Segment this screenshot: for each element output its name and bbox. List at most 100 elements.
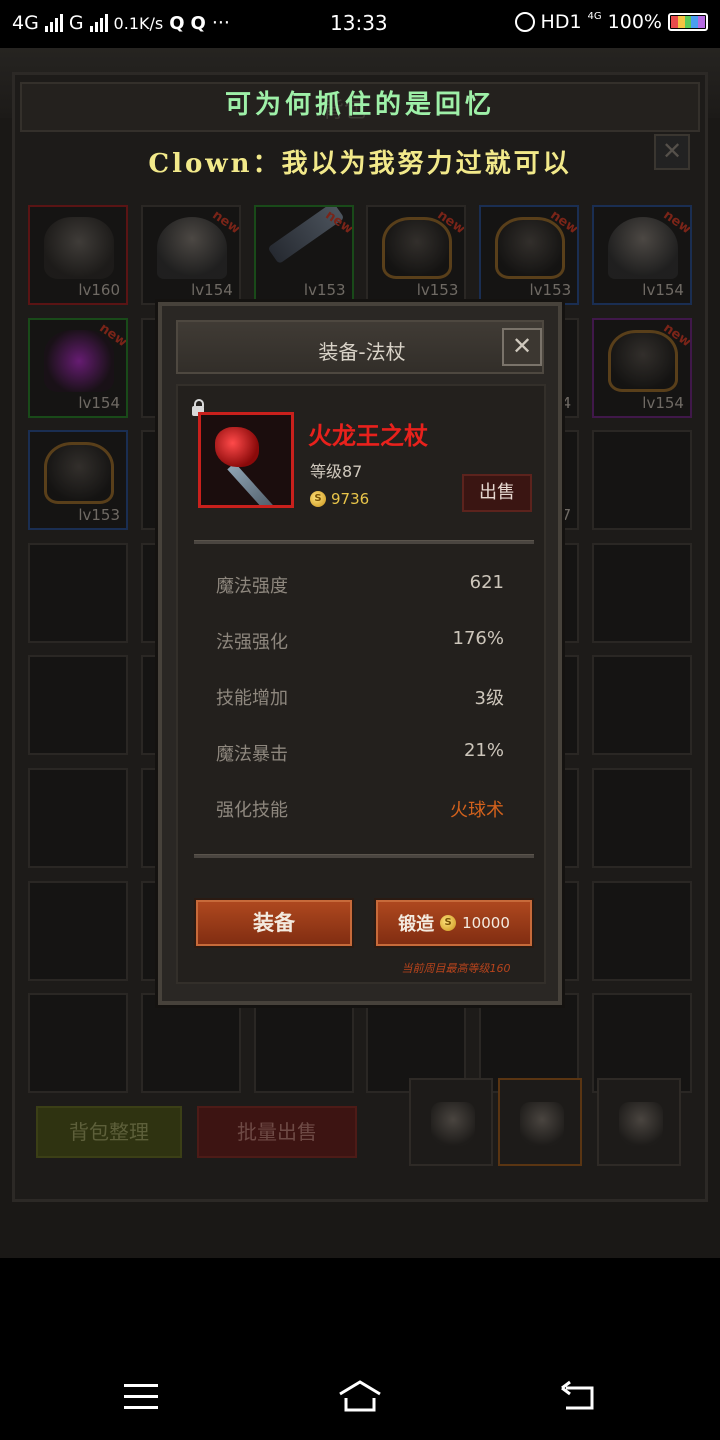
stat-value: 3级 <box>474 688 504 709</box>
inventory-slot[interactable]: new lv154 <box>28 317 128 418</box>
item-level-label: lv153 <box>529 281 572 299</box>
inventory-slot[interactable] <box>591 655 692 756</box>
divider-top <box>194 540 534 544</box>
forge-button[interactable]: 锻造 S 10000 <box>374 898 534 948</box>
inventory-slot[interactable] <box>591 542 692 643</box>
battery-icon <box>668 13 708 31</box>
fire-gem <box>215 427 259 467</box>
small-4g-label: 4G <box>587 10 602 22</box>
inventory-slot[interactable]: lv153 <box>28 430 128 531</box>
status-bar: 4G G 0.1K/s Q Q ··· 13:33 HD1 4G 100% <box>0 0 720 48</box>
dialog-title: 装备-法杖 <box>318 340 406 364</box>
divider-bottom <box>194 854 534 858</box>
navigation-bar <box>0 1340 720 1440</box>
inventory-slot[interactable] <box>28 542 128 643</box>
inventory-slot[interactable] <box>253 993 354 1094</box>
menu-icon[interactable] <box>124 1384 158 1410</box>
signal-icon <box>44 14 63 32</box>
item-level-label: lv153 <box>303 281 346 299</box>
chat-line-1: 可为何抓住的是回忆 <box>224 90 495 120</box>
sell-button[interactable]: 出售 <box>462 474 532 512</box>
inventory-slot[interactable] <box>591 767 692 868</box>
home-icon[interactable] <box>336 1378 384 1414</box>
alarm-icon <box>514 12 535 32</box>
item-level-label: lv154 <box>191 281 233 299</box>
inventory-slot[interactable] <box>140 993 241 1094</box>
item-level-label: lv154 <box>78 393 120 412</box>
stat-label: 法强强化 <box>216 632 288 653</box>
hd-label: HD1 <box>540 11 582 33</box>
coin-icon: S <box>440 915 457 931</box>
item-level-label: 7 <box>561 506 572 525</box>
dialog-close-button[interactable]: ✕ <box>502 328 542 366</box>
item-thumbnail <box>156 217 227 279</box>
item-thumbnail <box>607 329 678 392</box>
item-level: 等级87 <box>310 462 363 481</box>
stat-label: 魔法强度 <box>216 576 288 597</box>
dialog-header: 装备-法杖 <box>176 320 544 374</box>
qq-icon-2: Q <box>190 12 206 34</box>
battery-percent: 100% <box>607 11 662 33</box>
bag-icon <box>520 1102 564 1146</box>
status-left: 4G G 0.1K/s Q Q ··· <box>12 12 230 34</box>
inventory-slot[interactable]: new lv153 <box>479 205 580 305</box>
bag-icon <box>431 1102 475 1146</box>
inventory-slot[interactable] <box>28 993 128 1094</box>
item-level-label: lv153 <box>416 281 459 299</box>
inventory-slot[interactable] <box>28 655 128 756</box>
forge-note: 当前周目最高等级160 <box>401 962 511 975</box>
equip-button[interactable]: 装备 <box>194 898 354 948</box>
bag-tab-3[interactable] <box>597 1078 681 1166</box>
sort-bag-button[interactable]: 背包整理 <box>36 1106 182 1158</box>
stat-label: 魔法暴击 <box>216 744 288 765</box>
stat-label: 技能增加 <box>216 688 288 709</box>
inventory-slot[interactable] <box>28 767 128 868</box>
coin-icon: S <box>310 491 326 507</box>
item-thumbnail <box>495 217 566 279</box>
item-thumbnail <box>607 217 678 279</box>
item-image <box>198 412 294 508</box>
item-thumbnail <box>44 217 114 279</box>
staff-shaft <box>227 462 286 505</box>
bag-icon <box>619 1102 663 1146</box>
inventory-slot[interactable]: new lv154 <box>140 205 241 305</box>
stat-value: 176% <box>452 628 504 649</box>
batch-sell-button[interactable]: 批量出售 <box>197 1106 357 1158</box>
bag-tab-1[interactable] <box>409 1078 493 1166</box>
network-label-1: 4G <box>12 12 39 34</box>
inventory-slot[interactable]: lv160 <box>28 205 128 305</box>
item-level-label: lv153 <box>78 506 120 525</box>
more-dots: ··· <box>211 12 230 34</box>
status-right: HD1 4G 100% <box>514 10 708 33</box>
signal-icon-2 <box>89 14 108 32</box>
net-speed: 0.1K/s <box>113 13 164 33</box>
inventory-slot[interactable]: new lv154 <box>591 205 692 305</box>
forge-label: 锻造 <box>398 914 435 935</box>
item-name: 火龙王之杖 <box>308 422 428 450</box>
stat-value: 621 <box>469 572 504 593</box>
item-level-label: lv154 <box>642 393 684 412</box>
network-label-2: G <box>68 12 84 34</box>
item-price: S 9736 <box>310 490 369 508</box>
item-level-label: lv154 <box>642 281 684 299</box>
stat-value: 21% <box>463 740 504 761</box>
inventory-slot[interactable]: new lv153 <box>253 205 354 305</box>
inventory-slot[interactable]: new lv154 <box>591 317 692 418</box>
clock: 13:33 <box>330 11 388 35</box>
new-badge: new <box>321 207 354 238</box>
chat-line-2: Clown：我以为我努力过就可以 <box>148 149 572 179</box>
bag-tab-2[interactable] <box>498 1078 582 1166</box>
forge-cost: 10000 <box>462 914 510 932</box>
inventory-slot[interactable] <box>591 880 692 981</box>
stat-label: 强化技能 <box>216 800 288 821</box>
item-price-value: 9736 <box>331 490 370 508</box>
inventory-slot[interactable] <box>28 880 128 981</box>
qq-icon: Q <box>169 12 185 34</box>
item-thumbnail <box>44 329 114 392</box>
item-detail-dialog: 装备-法杖 ✕ 火龙王之杖 等级87 S 9736 出售 魔法强度 621 法强… <box>158 302 562 1005</box>
item-level-label: lv160 <box>78 281 120 299</box>
inventory-slot[interactable]: new lv153 <box>366 205 467 305</box>
item-thumbnail <box>44 442 114 505</box>
back-icon[interactable] <box>560 1380 598 1412</box>
inventory-slot[interactable] <box>591 430 692 531</box>
